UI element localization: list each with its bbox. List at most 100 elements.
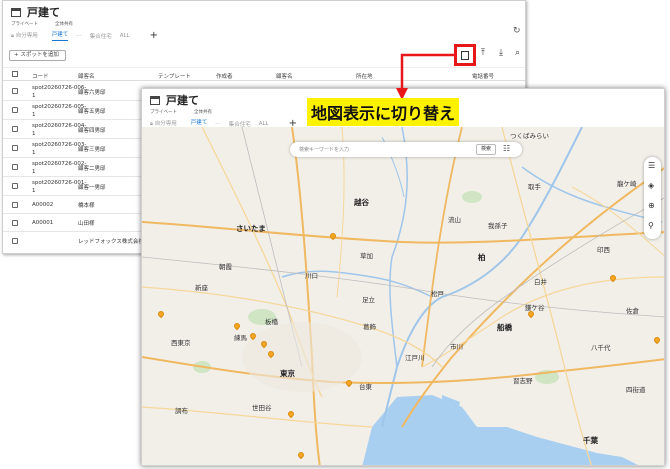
map-label: 我孫子: [488, 222, 508, 230]
refresh-icon[interactable]: ↻: [513, 26, 521, 36]
map-label: さいたま: [236, 224, 266, 233]
map-label: 市川: [450, 343, 463, 351]
map-label: 印西: [597, 246, 610, 254]
column-header[interactable]: コード: [32, 72, 49, 80]
download-icon[interactable]: ⤓: [499, 49, 503, 58]
map-label: 取手: [528, 183, 541, 191]
map-label: 西東京: [171, 339, 191, 347]
map-label: 世田谷: [252, 404, 272, 412]
map-label: 川口: [305, 272, 318, 280]
map-label: 台東: [359, 383, 372, 391]
map-label: 葛飾: [363, 323, 376, 331]
map-label: つくばみらい: [510, 132, 549, 140]
table-header: コード 顧客名 テンプレート 作成者 顧客名 所在地 電話番号: [3, 67, 525, 81]
map-view-toggle-button[interactable]: [454, 44, 476, 66]
map-controls: ☰ ◈ ⊕ ⚲: [644, 157, 661, 239]
table-row[interactable]: spot20260726-005-1 顧客五男邸: [3, 101, 143, 120]
add-tab-icon[interactable]: +: [150, 30, 158, 41]
map-window: 戸建て プライベート 全体共有 🔒︎ 自分専用 戸建て ⋯ 集合住宅 ALL +: [141, 88, 665, 466]
list-icon[interactable]: ☰: [648, 162, 655, 170]
filter-icon[interactable]: ☷: [503, 144, 510, 153]
column-header[interactable]: テンプレート: [158, 72, 191, 80]
map-label: 千葉: [583, 436, 598, 445]
pin-icon[interactable]: ⚲: [648, 222, 654, 230]
column-header[interactable]: 所在地: [356, 72, 373, 80]
row-checkbox[interactable]: [12, 238, 18, 244]
row-name: 顧客四男邸: [78, 128, 106, 134]
table-row[interactable]: A00001 山田様: [3, 214, 143, 232]
table-row[interactable]: spot20260726-001-1 顧客一男邸: [3, 177, 143, 196]
map-label: 佐倉: [626, 307, 639, 315]
map-label: 草加: [360, 252, 373, 260]
search-icon[interactable]: ⌕: [515, 49, 520, 58]
table-row[interactable]: spot20260726-006-1 顧客六男邸: [3, 82, 143, 101]
tab-detached-house[interactable]: 戸建て: [51, 30, 69, 41]
row-checkbox[interactable]: [12, 145, 18, 151]
locate-icon[interactable]: ⊕: [648, 202, 655, 210]
table-row[interactable]: A00002 橋本様: [3, 196, 143, 214]
shared-group-label: 全体共有: [194, 110, 212, 115]
row-checkbox[interactable]: [12, 88, 18, 94]
tab-more-icon[interactable]: ⋯: [215, 121, 221, 127]
upload-icon[interactable]: ⤒: [481, 49, 485, 58]
map-label: 船橋: [497, 323, 512, 332]
tab-all[interactable]: ALL: [120, 33, 130, 39]
tab-apartment[interactable]: 集合住宅: [90, 32, 112, 40]
row-checkbox[interactable]: [12, 164, 18, 170]
row-checkbox[interactable]: [12, 183, 18, 189]
select-all-checkbox[interactable]: [12, 71, 18, 77]
row-name: 顧客五男邸: [78, 109, 106, 115]
row-name: 橋本様: [78, 203, 95, 209]
column-header[interactable]: 顧客名: [78, 72, 95, 80]
map-label: 松戸: [431, 290, 444, 298]
tab-all[interactable]: ALL: [259, 121, 269, 127]
building-icon: [11, 7, 21, 17]
column-header[interactable]: 顧客名: [276, 72, 293, 80]
map-label: 江戸川: [405, 354, 425, 362]
tab-private-mine[interactable]: 🔒︎ 自分専用: [11, 31, 38, 40]
map-label: 越谷: [354, 198, 369, 207]
table-row[interactable]: spot20260726-003-1 顧客三男邸: [3, 139, 143, 158]
private-group-label: プライベート: [150, 110, 177, 115]
map-label: 白井: [534, 278, 547, 286]
row-name: 顧客六男邸: [78, 90, 106, 96]
row-name: 山田様: [78, 221, 95, 227]
annotation-banner: 地図表示に切り替え: [307, 98, 460, 126]
row-checkbox[interactable]: [12, 126, 18, 132]
map-label: 龍ケ崎: [617, 180, 637, 188]
map-label: 柏: [478, 253, 486, 262]
map-icon: [461, 50, 469, 60]
map-canvas[interactable]: さいたま 越谷 草加 川口 足立 松戸 柏 流山 我孫子 取手 つくばみらい 龍…: [142, 127, 664, 465]
row-name: 顧客一男邸: [78, 185, 106, 191]
window-header: 戸建て: [150, 92, 199, 108]
add-spot-button[interactable]: + スポットを追加: [9, 50, 66, 61]
shared-group-label: 全体共有: [55, 22, 73, 27]
map-label: 流山: [448, 216, 461, 224]
building-icon: [150, 95, 160, 105]
layers-icon[interactable]: ◈: [648, 182, 654, 190]
row-checkbox[interactable]: [12, 107, 18, 113]
map-label: 板橋: [265, 318, 278, 326]
column-header[interactable]: 電話番号: [472, 72, 494, 80]
map-label: 八千代: [591, 344, 611, 352]
map-label: 習志野: [513, 377, 533, 385]
table-row[interactable]: spot20260726-002-1 顧客二男邸: [3, 158, 143, 177]
page-title: 戸建て: [166, 94, 199, 107]
table-row[interactable]: spot20260726-004-1 顧客四男邸: [3, 120, 143, 139]
map-base: [142, 127, 664, 465]
map-label: 東京: [280, 369, 295, 378]
map-label: 足立: [362, 296, 375, 304]
row-name: 顧客二男邸: [78, 166, 106, 172]
lock-icon: 🔒︎: [11, 33, 14, 39]
search-bar[interactable]: 検索キーワードを入力 検索 ☷: [290, 142, 522, 157]
row-checkbox[interactable]: [12, 220, 18, 226]
search-input[interactable]: 検索キーワードを入力: [299, 146, 349, 153]
search-button[interactable]: 検索: [476, 144, 496, 155]
row-name: 顧客三男邸: [78, 147, 106, 153]
table-row[interactable]: レッドフォックス株式会社: [3, 232, 144, 250]
row-checkbox[interactable]: [12, 202, 18, 208]
map-label: 四街道: [626, 386, 646, 394]
tab-more-icon[interactable]: ⋯: [76, 33, 82, 39]
private-group-label: プライベート: [11, 22, 38, 27]
column-header[interactable]: 作成者: [216, 72, 233, 80]
